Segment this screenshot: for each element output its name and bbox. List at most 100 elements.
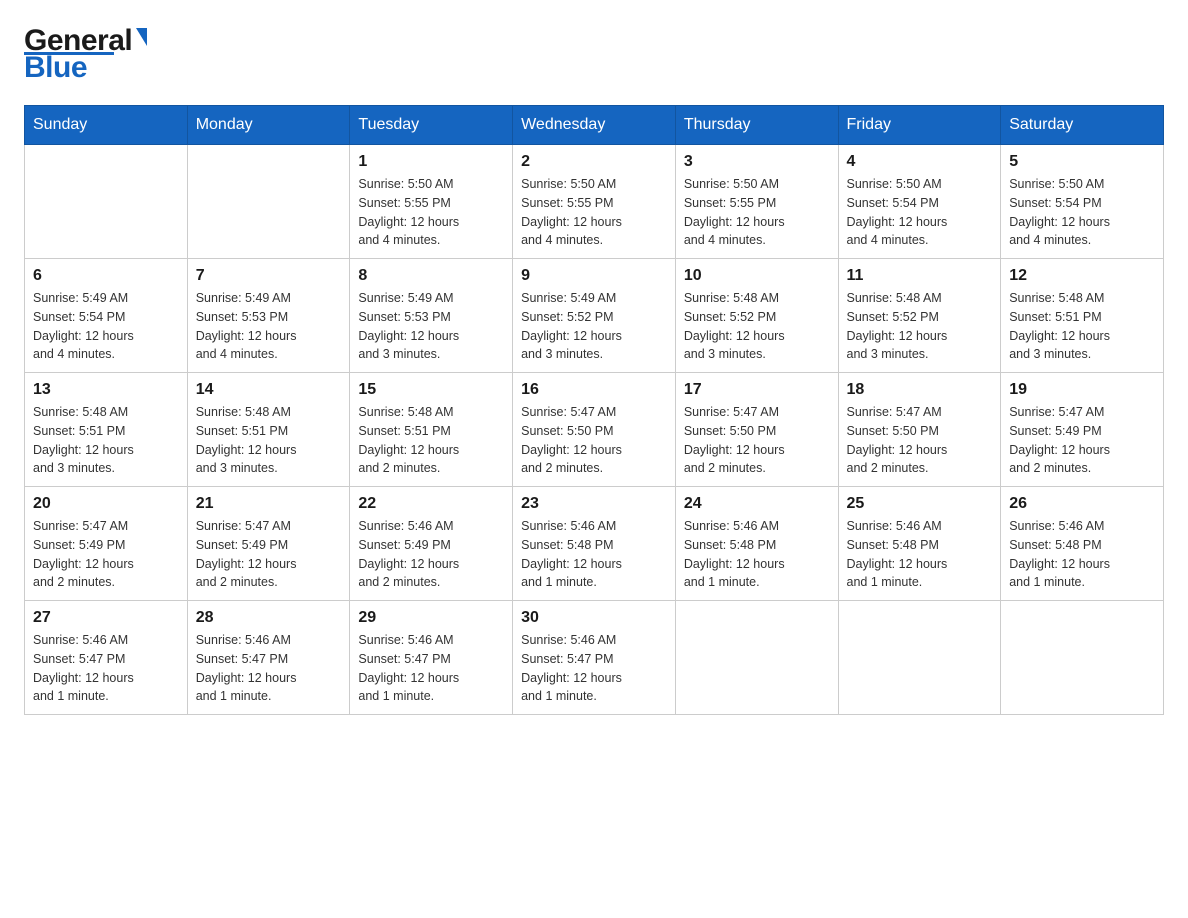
day-info: Sunrise: 5:49 AM Sunset: 5:53 PM Dayligh… [358, 289, 504, 364]
day-info: Sunrise: 5:50 AM Sunset: 5:54 PM Dayligh… [1009, 175, 1155, 250]
day-number: 27 [33, 609, 179, 627]
day-cell: 5 Sunrise: 5:50 AM Sunset: 5:54 PM Daylig… [1001, 145, 1164, 259]
day-info: Sunrise: 5:48 AM Sunset: 5:51 PM Dayligh… [196, 403, 342, 478]
day-number: 5 [1009, 153, 1155, 171]
day-number: 18 [847, 381, 993, 399]
page-header: General Blue [24, 24, 1164, 85]
day-info: Sunrise: 5:47 AM Sunset: 5:50 PM Dayligh… [847, 403, 993, 478]
logo: General Blue [24, 24, 147, 85]
day-cell: 1 Sunrise: 5:50 AM Sunset: 5:55 PM Daylig… [350, 145, 513, 259]
header-wednesday: Wednesday [513, 106, 676, 145]
day-number: 23 [521, 495, 667, 513]
day-info: Sunrise: 5:46 AM Sunset: 5:48 PM Dayligh… [684, 517, 830, 592]
day-info: Sunrise: 5:48 AM Sunset: 5:51 PM Dayligh… [358, 403, 504, 478]
week-row-1: 1 Sunrise: 5:50 AM Sunset: 5:55 PM Daylig… [25, 145, 1164, 259]
day-cell: 28 Sunrise: 5:46 AM Sunset: 5:47 PM Dayli… [187, 601, 350, 715]
day-number: 24 [684, 495, 830, 513]
day-info: Sunrise: 5:47 AM Sunset: 5:49 PM Dayligh… [1009, 403, 1155, 478]
day-number: 26 [1009, 495, 1155, 513]
day-cell: 16Sunrise: 5:47 AM Sunset: 5:50 PM Dayli… [513, 373, 676, 487]
day-number: 14 [196, 381, 342, 399]
day-cell: 19 Sunrise: 5:47 AM Sunset: 5:49 PM Dayli… [1001, 373, 1164, 487]
day-info: Sunrise: 5:46 AM Sunset: 5:47 PM Dayligh… [521, 631, 667, 706]
day-info: Sunrise: 5:50 AM Sunset: 5:54 PM Dayligh… [847, 175, 993, 250]
day-info: Sunrise: 5:46 AM Sunset: 5:47 PM Dayligh… [196, 631, 342, 706]
day-cell: 22 Sunrise: 5:46 AM Sunset: 5:49 PM Dayli… [350, 487, 513, 601]
day-cell: 24 Sunrise: 5:46 AM Sunset: 5:48 PM Dayli… [675, 487, 838, 601]
day-cell: 6 Sunrise: 5:49 AM Sunset: 5:54 PM Daylig… [25, 259, 188, 373]
day-number: 8 [358, 267, 504, 285]
header-thursday: Thursday [675, 106, 838, 145]
day-cell: 10Sunrise: 5:48 AM Sunset: 5:52 PM Dayli… [675, 259, 838, 373]
day-info: Sunrise: 5:48 AM Sunset: 5:52 PM Dayligh… [684, 289, 830, 364]
day-info: Sunrise: 5:48 AM Sunset: 5:51 PM Dayligh… [33, 403, 179, 478]
day-number: 21 [196, 495, 342, 513]
day-cell: 23 Sunrise: 5:46 AM Sunset: 5:48 PM Dayli… [513, 487, 676, 601]
day-cell: 26Sunrise: 5:46 AM Sunset: 5:48 PM Dayli… [1001, 487, 1164, 601]
day-number: 29 [358, 609, 504, 627]
day-cell: 17 Sunrise: 5:47 AM Sunset: 5:50 PM Dayli… [675, 373, 838, 487]
day-cell: 7Sunrise: 5:49 AM Sunset: 5:53 PM Daylig… [187, 259, 350, 373]
day-info: Sunrise: 5:48 AM Sunset: 5:51 PM Dayligh… [1009, 289, 1155, 364]
day-info: Sunrise: 5:47 AM Sunset: 5:50 PM Dayligh… [684, 403, 830, 478]
calendar-header-row: SundayMondayTuesdayWednesdayThursdayFrid… [25, 106, 1164, 145]
logo-blue: Blue [24, 51, 87, 85]
day-cell: 2Sunrise: 5:50 AM Sunset: 5:55 PM Daylig… [513, 145, 676, 259]
calendar-table: SundayMondayTuesdayWednesdayThursdayFrid… [24, 105, 1164, 715]
day-cell: 15Sunrise: 5:48 AM Sunset: 5:51 PM Dayli… [350, 373, 513, 487]
day-info: Sunrise: 5:49 AM Sunset: 5:52 PM Dayligh… [521, 289, 667, 364]
day-cell: 29 Sunrise: 5:46 AM Sunset: 5:47 PM Dayli… [350, 601, 513, 715]
day-info: Sunrise: 5:46 AM Sunset: 5:48 PM Dayligh… [847, 517, 993, 592]
day-number: 25 [847, 495, 993, 513]
day-cell [1001, 601, 1164, 715]
week-row-3: 13 Sunrise: 5:48 AM Sunset: 5:51 PM Dayli… [25, 373, 1164, 487]
day-cell: 13 Sunrise: 5:48 AM Sunset: 5:51 PM Dayli… [25, 373, 188, 487]
day-info: Sunrise: 5:46 AM Sunset: 5:49 PM Dayligh… [358, 517, 504, 592]
day-number: 1 [358, 153, 504, 171]
header-sunday: Sunday [25, 106, 188, 145]
day-number: 22 [358, 495, 504, 513]
day-cell: 11Sunrise: 5:48 AM Sunset: 5:52 PM Dayli… [838, 259, 1001, 373]
day-info: Sunrise: 5:47 AM Sunset: 5:49 PM Dayligh… [196, 517, 342, 592]
day-number: 11 [847, 267, 993, 285]
day-info: Sunrise: 5:46 AM Sunset: 5:47 PM Dayligh… [33, 631, 179, 706]
header-tuesday: Tuesday [350, 106, 513, 145]
day-info: Sunrise: 5:46 AM Sunset: 5:48 PM Dayligh… [521, 517, 667, 592]
day-info: Sunrise: 5:46 AM Sunset: 5:47 PM Dayligh… [358, 631, 504, 706]
day-cell: 21 Sunrise: 5:47 AM Sunset: 5:49 PM Dayli… [187, 487, 350, 601]
day-number: 13 [33, 381, 179, 399]
week-row-4: 20Sunrise: 5:47 AM Sunset: 5:49 PM Dayli… [25, 487, 1164, 601]
header-saturday: Saturday [1001, 106, 1164, 145]
day-number: 28 [196, 609, 342, 627]
day-number: 9 [521, 267, 667, 285]
day-cell: 3 Sunrise: 5:50 AM Sunset: 5:55 PM Daylig… [675, 145, 838, 259]
header-friday: Friday [838, 106, 1001, 145]
day-number: 3 [684, 153, 830, 171]
day-cell: 8 Sunrise: 5:49 AM Sunset: 5:53 PM Daylig… [350, 259, 513, 373]
day-cell [25, 145, 188, 259]
day-cell: 4 Sunrise: 5:50 AM Sunset: 5:54 PM Daylig… [838, 145, 1001, 259]
day-number: 7 [196, 267, 342, 285]
day-number: 4 [847, 153, 993, 171]
day-cell: 27 Sunrise: 5:46 AM Sunset: 5:47 PM Dayli… [25, 601, 188, 715]
week-row-5: 27 Sunrise: 5:46 AM Sunset: 5:47 PM Dayli… [25, 601, 1164, 715]
day-number: 17 [684, 381, 830, 399]
logo-triangle-icon [136, 28, 147, 46]
day-number: 12 [1009, 267, 1155, 285]
day-info: Sunrise: 5:47 AM Sunset: 5:50 PM Dayligh… [521, 403, 667, 478]
day-info: Sunrise: 5:47 AM Sunset: 5:49 PM Dayligh… [33, 517, 179, 592]
day-number: 6 [33, 267, 179, 285]
day-info: Sunrise: 5:50 AM Sunset: 5:55 PM Dayligh… [358, 175, 504, 250]
day-cell [675, 601, 838, 715]
day-cell: 12 Sunrise: 5:48 AM Sunset: 5:51 PM Dayli… [1001, 259, 1164, 373]
day-info: Sunrise: 5:49 AM Sunset: 5:54 PM Dayligh… [33, 289, 179, 364]
day-cell [187, 145, 350, 259]
week-row-2: 6 Sunrise: 5:49 AM Sunset: 5:54 PM Daylig… [25, 259, 1164, 373]
day-cell: 18 Sunrise: 5:47 AM Sunset: 5:50 PM Dayli… [838, 373, 1001, 487]
header-monday: Monday [187, 106, 350, 145]
day-info: Sunrise: 5:50 AM Sunset: 5:55 PM Dayligh… [521, 175, 667, 250]
day-cell: 20Sunrise: 5:47 AM Sunset: 5:49 PM Dayli… [25, 487, 188, 601]
day-number: 19 [1009, 381, 1155, 399]
day-info: Sunrise: 5:50 AM Sunset: 5:55 PM Dayligh… [684, 175, 830, 250]
day-number: 30 [521, 609, 667, 627]
